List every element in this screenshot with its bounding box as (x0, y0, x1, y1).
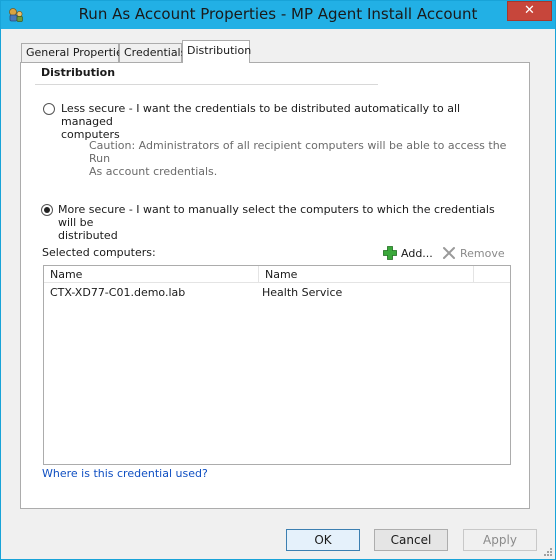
distribution-panel: Distribution Less secure - I want the cr… (20, 62, 530, 509)
properties-dialog: Run As Account Properties - MP Agent Ins… (0, 0, 556, 560)
remove-x-icon (443, 247, 455, 259)
close-button[interactable]: ✕ (507, 1, 552, 21)
more-secure-radio[interactable] (41, 204, 53, 216)
title-bar[interactable]: Run As Account Properties - MP Agent Ins… (1, 1, 555, 29)
radio-selected-dot (44, 207, 50, 213)
list-header: Name Name (44, 266, 510, 283)
row-service-name: Health Service (262, 286, 343, 299)
credential-usage-link[interactable]: Where is this credential used? (42, 467, 208, 480)
less-secure-radio[interactable] (43, 103, 55, 115)
tab-credentials[interactable]: Credentials (119, 43, 186, 62)
selected-computers-list[interactable]: Name Name CTX-XD77-C01.demo.lab Health S… (43, 265, 511, 465)
cancel-button[interactable]: Cancel (374, 529, 448, 551)
apply-button[interactable]: Apply (463, 529, 537, 551)
row-computer-name: CTX-XD77-C01.demo.lab (50, 286, 186, 299)
add-plus-icon (383, 246, 397, 260)
column-header-service[interactable]: Name (259, 266, 474, 283)
less-secure-label[interactable]: Less secure - I want the credentials to … (61, 102, 501, 141)
remove-label: Remove (460, 247, 505, 260)
section-title: Distribution (41, 66, 116, 79)
more-secure-label[interactable]: More secure - I want to manually select … (58, 203, 513, 242)
add-label: Add... (401, 247, 433, 260)
table-row[interactable]: CTX-XD77-C01.demo.lab Health Service (44, 284, 510, 301)
tab-distribution[interactable]: Distribution (182, 40, 251, 63)
remove-button[interactable]: Remove (442, 245, 508, 263)
add-button[interactable]: Add... (382, 245, 438, 263)
resize-grip-icon[interactable] (541, 545, 553, 557)
window-title: Run As Account Properties - MP Agent Ins… (78, 5, 478, 23)
close-icon: ✕ (524, 3, 535, 18)
selected-computers-label: Selected computers: (42, 246, 156, 259)
ok-button[interactable]: OK (286, 529, 360, 551)
caution-text: Caution: Administrators of all recipient… (89, 139, 507, 178)
section-divider (35, 84, 378, 85)
column-header-name[interactable]: Name (44, 266, 259, 283)
tab-general-properties[interactable]: General Properties (21, 43, 128, 62)
